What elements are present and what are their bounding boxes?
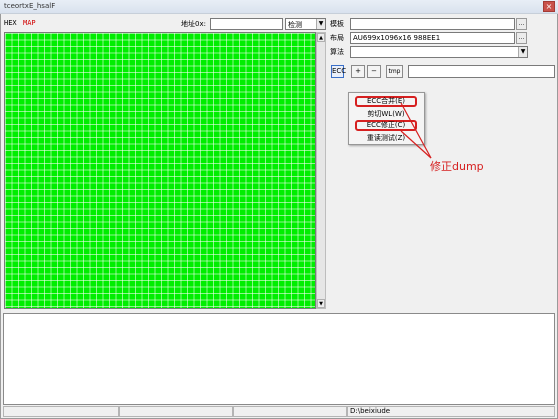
- status-pane-1: [3, 406, 119, 417]
- zoom-out-button[interactable]: −: [367, 65, 381, 78]
- mode-select-value: 检测: [288, 21, 302, 29]
- map-vertical-scrollbar[interactable]: ▲ ▼: [316, 32, 326, 309]
- status-path: D:\beixiude: [347, 406, 555, 417]
- map-header: HEX MAP 地址0x: 检测 ▼: [4, 18, 326, 30]
- chevron-down-icon[interactable]: ▼: [518, 47, 527, 57]
- address-input[interactable]: [210, 18, 283, 30]
- block-map-grid[interactable]: [4, 32, 316, 309]
- address-label: 地址0x:: [181, 20, 206, 28]
- template-row: 模板 ...: [329, 18, 557, 30]
- template-field[interactable]: [350, 18, 515, 30]
- layout-row: 布局 AU699x1096x16 988EE1 ...: [329, 32, 557, 44]
- toolbar: ECC + − tmp: [329, 65, 557, 78]
- template-browse-button[interactable]: ...: [516, 18, 527, 30]
- layout-label: 布局: [330, 34, 344, 42]
- ecc-button[interactable]: ECC: [331, 65, 346, 78]
- window-title: tceortxE_hsalF: [4, 2, 56, 10]
- algorithm-select[interactable]: [350, 46, 528, 58]
- annotation-line-bottom: [400, 130, 432, 159]
- mode-select[interactable]: 检测 ▼: [285, 18, 326, 30]
- algorithm-row: 算法 ▼: [329, 46, 557, 58]
- algorithm-label: 算法: [330, 48, 344, 56]
- scroll-up-icon[interactable]: ▲: [317, 33, 325, 42]
- annotation-line-top: [400, 102, 432, 159]
- layout-field[interactable]: AU699x1096x16 988EE1: [350, 32, 515, 44]
- main-window: HEX MAP 地址0x: 检测 ▼ ▲ ▼ 模板 ... 布局 AU699x1…: [0, 14, 558, 419]
- scroll-down-icon[interactable]: ▼: [317, 299, 325, 308]
- status-bar: D:\beixiude: [3, 406, 555, 417]
- chevron-down-icon: ▼: [316, 19, 325, 29]
- status-pane-2: [119, 406, 233, 417]
- map-tab[interactable]: MAP: [23, 19, 36, 27]
- log-area[interactable]: [3, 313, 555, 405]
- status-pane-3: [233, 406, 347, 417]
- close-button[interactable]: ×: [543, 1, 555, 12]
- template-label: 模板: [330, 20, 344, 28]
- annotation-text: 修正dump: [430, 160, 484, 173]
- zoom-in-button[interactable]: +: [351, 65, 365, 78]
- toolbar-field[interactable]: [408, 65, 555, 78]
- title-bar: tceortxE_hsalF ×: [0, 0, 558, 14]
- tmp-button[interactable]: tmp: [386, 65, 403, 78]
- hex-tab[interactable]: HEX: [4, 19, 17, 27]
- layout-browse-button[interactable]: ...: [516, 32, 527, 44]
